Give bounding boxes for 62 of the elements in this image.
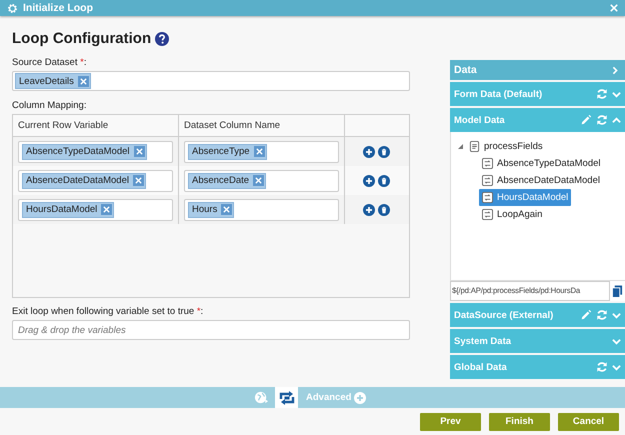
column-name-field[interactable]: AbsenceDate	[184, 170, 339, 192]
document-icon	[469, 141, 480, 152]
row-variable-field[interactable]: HoursDataModel	[18, 198, 173, 221]
remove-icon[interactable]	[78, 76, 89, 87]
chevron-down-icon[interactable]	[612, 336, 621, 346]
remove-icon[interactable]	[254, 146, 265, 158]
field-label: Exit loop when following variable set to true *:	[12, 306, 204, 318]
add-icon[interactable]	[363, 204, 375, 216]
close-icon[interactable]	[610, 4, 618, 12]
section-heading: Loop Configuration	[12, 30, 152, 48]
remove-icon[interactable]	[101, 204, 112, 216]
field-label: Source Dataset *:	[12, 57, 88, 68]
add-icon[interactable]	[363, 146, 375, 158]
field-icon	[482, 175, 493, 186]
window-title: Initialize Loop	[23, 2, 94, 14]
column-name-field[interactable]: Hours	[184, 198, 339, 221]
trash-icon[interactable]	[378, 204, 390, 216]
variable-chip: LeaveDetails	[15, 73, 91, 90]
copy-icon[interactable]	[612, 284, 623, 298]
variable-chip: AbsenceDate	[188, 172, 266, 189]
remove-icon[interactable]	[253, 175, 264, 186]
pencil-icon[interactable]	[580, 114, 592, 126]
source-dataset-field[interactable]: LeaveDetails	[12, 71, 410, 92]
trash-icon[interactable]	[378, 146, 390, 158]
exit-variable-field[interactable]: Drag & drop the variables	[12, 320, 410, 340]
remove-icon[interactable]	[134, 146, 145, 158]
column-name-field[interactable]: AbsenceType	[184, 140, 339, 163]
field-label: Column Mapping:	[12, 100, 88, 112]
chevron-down-icon[interactable]	[612, 310, 621, 320]
tree-item[interactable]: processFields	[455, 138, 546, 156]
trash-icon[interactable]	[378, 174, 390, 187]
help-icon[interactable]	[155, 32, 170, 46]
plus-icon[interactable]	[354, 392, 366, 404]
pencil-icon[interactable]	[580, 309, 592, 322]
variable-chip: AbsenceDateDataModel	[22, 172, 146, 189]
variable-chip: HoursDataModel	[22, 202, 114, 218]
refresh-icon[interactable]	[596, 114, 608, 126]
tree-item[interactable]: AbsenceDateDataModel	[479, 172, 603, 190]
refresh-icon[interactable]	[596, 309, 608, 322]
chevron-down-icon[interactable]	[612, 90, 621, 99]
variable-chip: AbsenceTypeDataModel	[22, 144, 147, 160]
refresh-icon[interactable]	[596, 361, 608, 374]
field-icon	[482, 192, 493, 204]
column-header: Current Row Variable	[13, 115, 179, 136]
gear-icon	[7, 2, 18, 14]
refresh-icon[interactable]	[596, 88, 608, 100]
tree-item[interactable]: LoopAgain	[479, 206, 546, 224]
field-icon	[482, 209, 493, 220]
remove-icon[interactable]	[132, 175, 144, 186]
tree-item[interactable]: AbsenceTypeDataModel	[479, 155, 604, 172]
chevron-down-icon[interactable]	[612, 362, 621, 372]
variable-chip: Hours	[188, 202, 234, 218]
loop-tab[interactable]	[275, 387, 298, 408]
chevron-right-icon	[611, 66, 619, 75]
add-icon[interactable]	[363, 174, 375, 187]
chevron-up-icon[interactable]	[612, 116, 621, 125]
row-variable-field[interactable]: AbsenceTypeDataModel	[18, 140, 173, 163]
remove-icon[interactable]	[221, 204, 232, 216]
variable-chip: AbsenceType	[188, 144, 267, 160]
column-header: Dataset Column Name	[179, 115, 345, 136]
field-icon	[482, 158, 493, 170]
row-variable-field[interactable]: AbsenceDateDataModel	[18, 170, 173, 192]
